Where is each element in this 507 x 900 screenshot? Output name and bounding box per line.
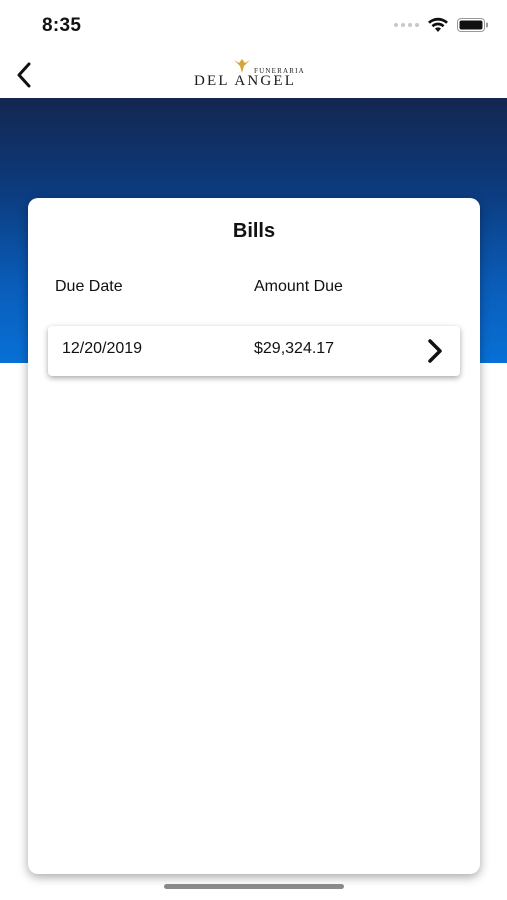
page-title: Bills [232, 220, 276, 242]
column-header-amount-due: Amount Due [254, 278, 343, 295]
angel-icon [234, 59, 250, 73]
home-indicator [164, 884, 344, 889]
battery-icon [457, 18, 488, 32]
nav-bar: FUNERARIA DEL ANGEL [0, 52, 507, 98]
back-button[interactable] [8, 58, 40, 92]
wifi-icon [428, 17, 448, 32]
logo: FUNERARIA DEL ANGEL [190, 58, 320, 94]
bills-card: Bills Due Date Amount Due 12/20/2019 $29… [28, 198, 480, 874]
column-header-due-date: Due Date [55, 278, 123, 295]
signal-icon [394, 23, 419, 27]
status-time: 8:35 [42, 15, 82, 36]
bill-row[interactable]: 12/20/2019 $29,324.17 [48, 326, 460, 376]
logo-main-text: DEL ANGEL [194, 73, 297, 89]
chevron-right-icon[interactable] [426, 338, 444, 364]
chevron-left-icon [17, 62, 31, 88]
bill-due-date: 12/20/2019 [62, 340, 143, 357]
status-icons [394, 17, 489, 33]
status-bar: 8:35 [0, 0, 507, 52]
bill-amount: $29,324.17 [254, 340, 335, 357]
